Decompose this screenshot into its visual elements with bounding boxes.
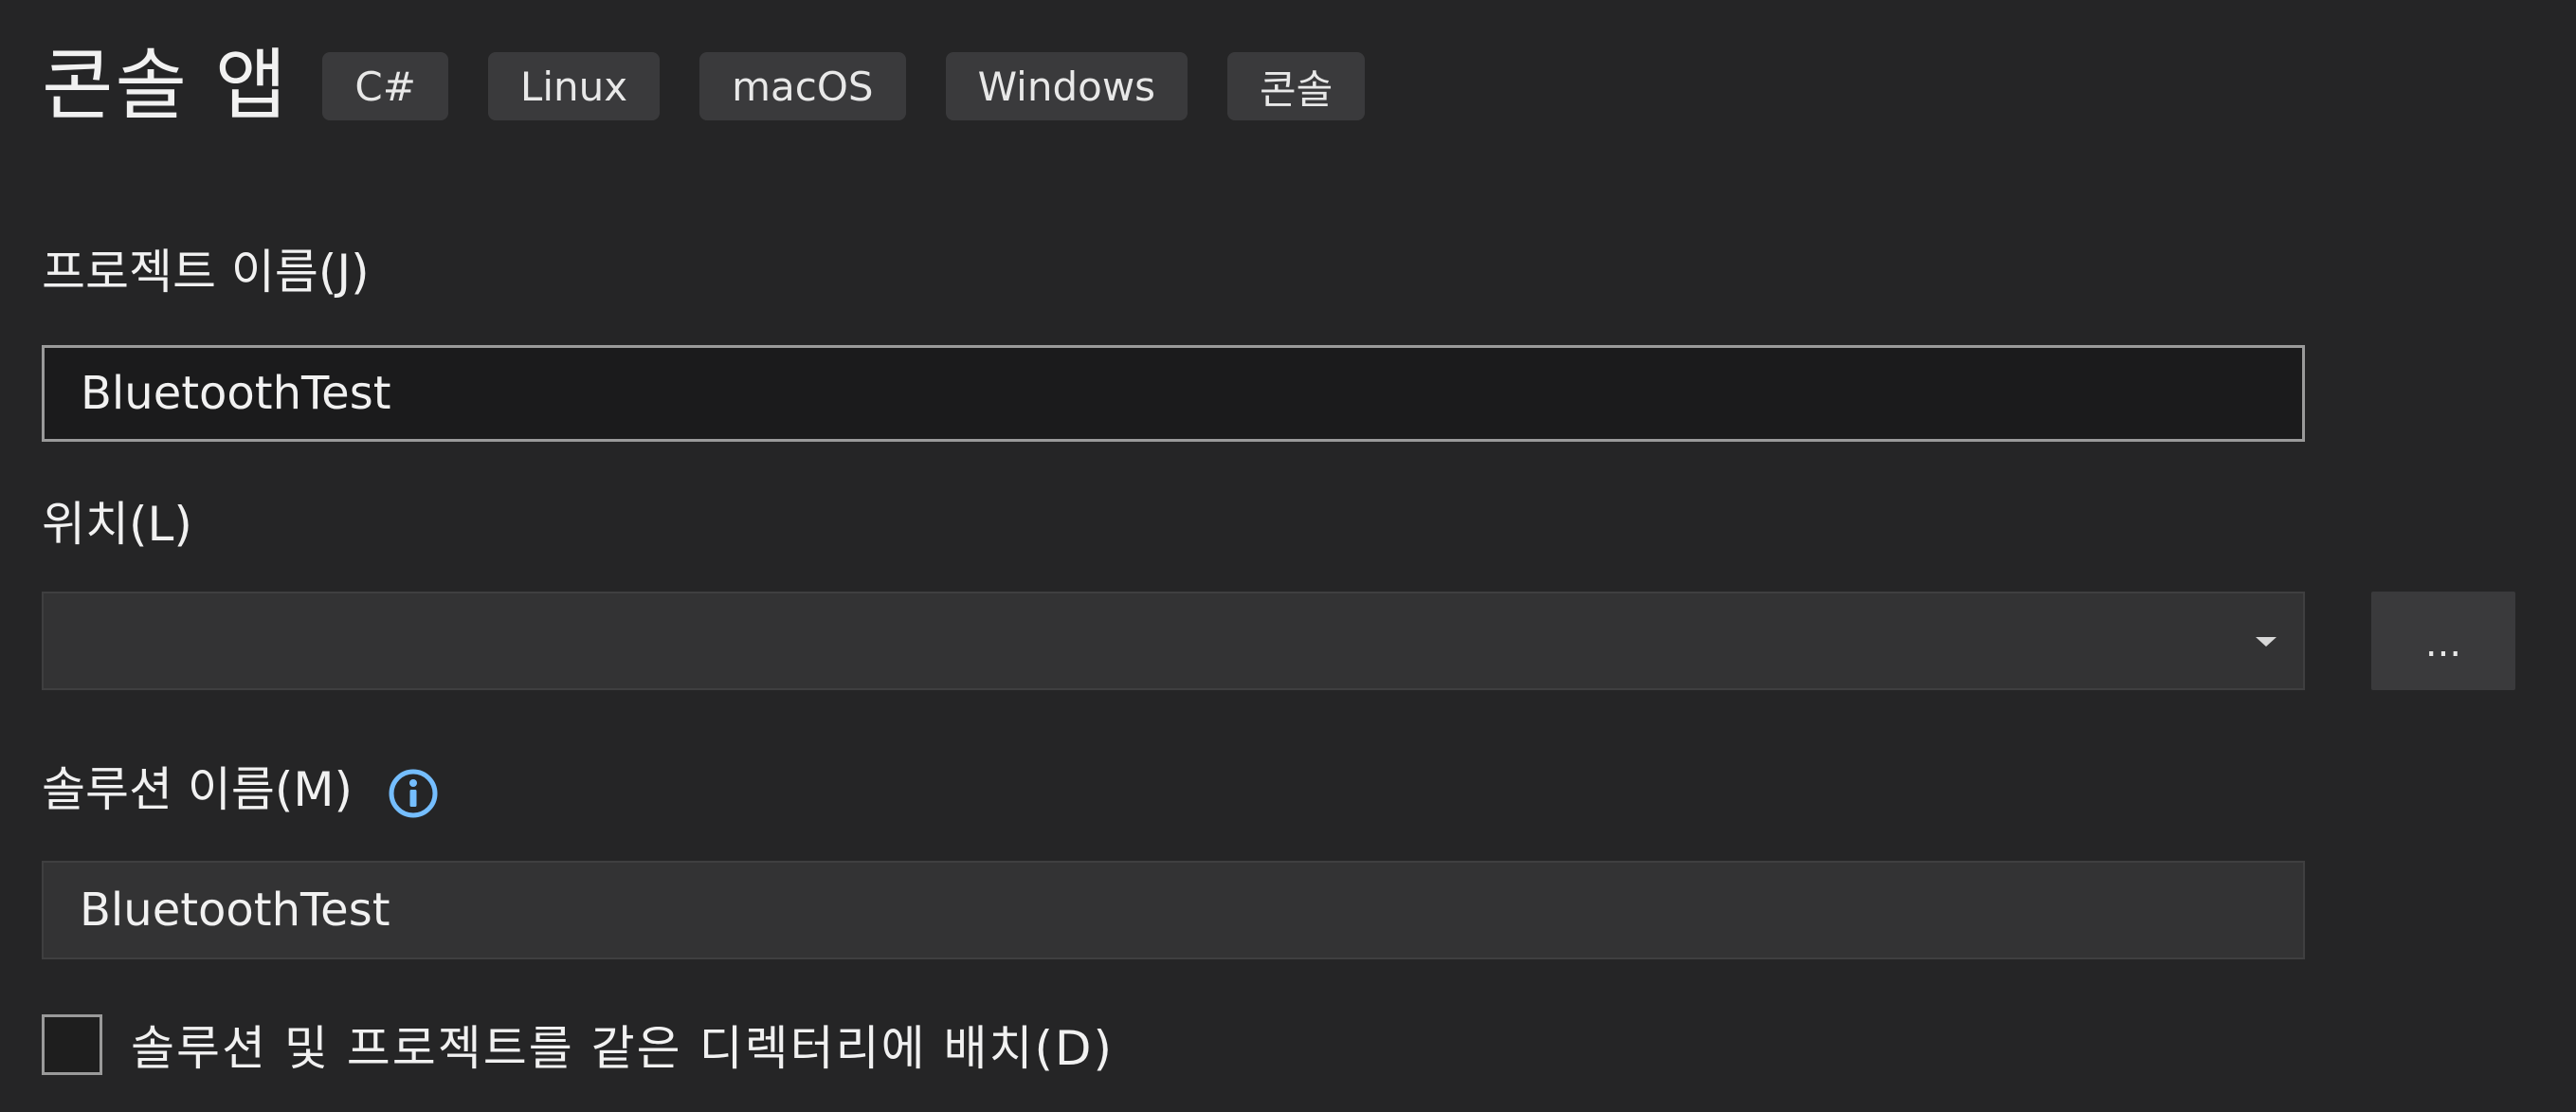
page-title: 콘솔 앱 — [42, 41, 289, 131]
solution-name-label: 솔루션 이름(M) — [42, 762, 354, 817]
info-icon[interactable] — [387, 767, 440, 820]
solution-name-label-row: 솔루션 이름(M) — [42, 766, 440, 820]
project-name-label: 프로젝트 이름(J) — [42, 245, 370, 300]
solution-name-value: BluetoothTest — [80, 884, 390, 937]
chevron-down-icon[interactable] — [2256, 637, 2277, 647]
configure-project-page: 콘솔 앱 C# Linux macOS Windows 콘솔 프로젝트 이름(J… — [0, 0, 2576, 1112]
header: 콘솔 앱 C# Linux macOS Windows 콘솔 — [42, 47, 1405, 125]
project-name-value: BluetoothTest — [81, 367, 391, 420]
same-directory-checkbox[interactable] — [42, 1014, 102, 1075]
tag-linux: Linux — [487, 52, 661, 120]
solution-name-input[interactable]: BluetoothTest — [42, 861, 2305, 959]
tag-windows: Windows — [945, 52, 1188, 120]
location-combobox[interactable] — [42, 592, 2305, 690]
same-directory-option[interactable]: 솔루션 및 프로젝트를 같은 디렉터리에 배치(D) — [42, 1011, 1114, 1079]
browse-button[interactable]: ... — [2371, 592, 2515, 690]
tag-console: 콘솔 — [1227, 52, 1366, 120]
location-label: 위치(L) — [42, 497, 192, 552]
template-tags: C# Linux macOS Windows 콘솔 — [322, 52, 1405, 120]
tag-macos: macOS — [699, 52, 906, 120]
tag-csharp: C# — [322, 52, 448, 120]
browse-button-label: ... — [2424, 622, 2462, 665]
same-directory-label[interactable]: 솔루션 및 프로젝트를 같은 디렉터리에 배치(D) — [131, 1011, 1114, 1079]
project-name-input[interactable]: BluetoothTest — [42, 345, 2305, 442]
